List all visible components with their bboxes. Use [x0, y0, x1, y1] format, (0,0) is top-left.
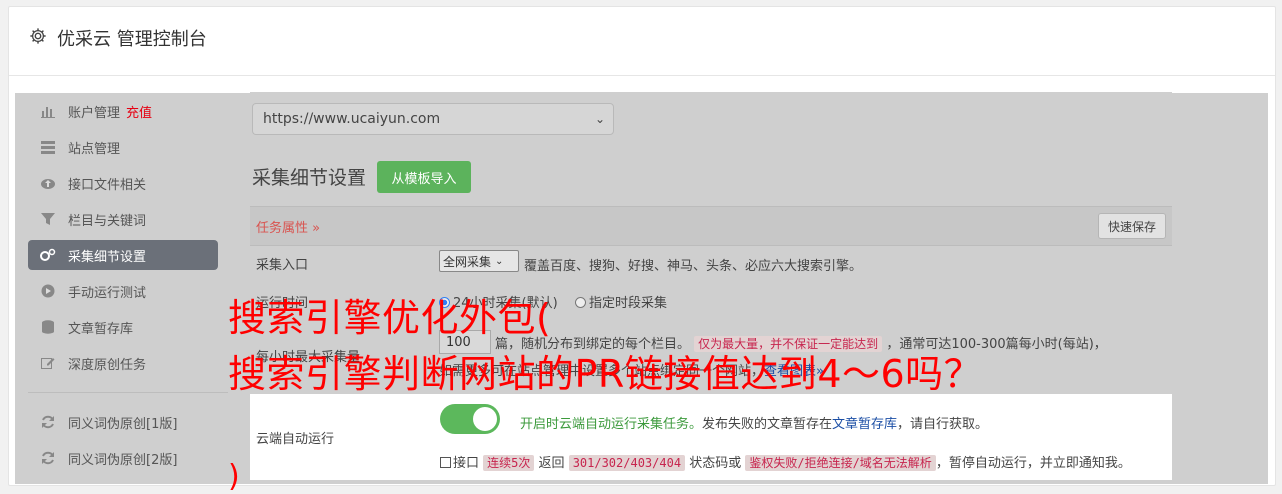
page-title: 优采云 管理控制台 — [29, 25, 207, 51]
gears-icon — [40, 247, 56, 263]
sidebar-item-interface[interactable]: 接口文件相关 — [28, 168, 218, 198]
sidebar-item-keywords[interactable]: 栏目与关键词 — [28, 204, 218, 234]
gear-icon — [29, 27, 47, 50]
overlay-caption: 搜索引擎优化外包( 搜索引擎判断网站的PR链接值达到4～6吗？ — [228, 290, 982, 402]
sidebar-divider — [28, 392, 228, 393]
sidebar-item-collect-settings[interactable]: 采集细节设置 — [28, 240, 218, 270]
sidebar-item-label: 站点管理 — [68, 141, 121, 157]
refresh-icon — [40, 450, 56, 466]
recharge-link[interactable]: 充值 — [126, 102, 152, 121]
tag-consecutive: 连续5次 — [483, 455, 535, 471]
pause-text-1: 返回 — [538, 456, 565, 471]
entry-description: 覆盖百度、搜狗、好搜、神马、头条、必应六大搜索引擎。 — [524, 259, 863, 274]
edit-icon — [40, 355, 56, 371]
refresh-icon — [40, 414, 56, 430]
site-select[interactable]: https://www.ucaiyun.com ⌄ — [252, 103, 614, 135]
site-select-value: https://www.ucaiyun.com — [263, 111, 441, 127]
entry-select[interactable]: 全网采集 ⌄ — [439, 250, 519, 272]
task-attr-bar: 任务属性 » 快速保存 — [250, 206, 1172, 246]
section-title: 采集细节设置 — [252, 167, 367, 189]
cloud-run-label: 云端自动运行 — [256, 432, 335, 447]
cloud-run-toggle[interactable] — [440, 404, 500, 434]
pause-text-3: ，暂停自动运行，并立即通知我。 — [935, 456, 1131, 471]
sidebar-item-label: 采集细节设置 — [68, 249, 147, 265]
cloud-upload-icon — [40, 175, 56, 191]
cloud-run-desc-rest: 发布失败的文章暂存在 — [702, 417, 833, 432]
sidebar-item-synonym-v1[interactable]: 同义词伪原创[1版] — [28, 407, 218, 437]
cloud-run-row: 云端自动运行 开启时云端自动运行采集任务。发布失败的文章暂存在文章暂存库，请自行… — [250, 394, 1172, 480]
pause-rule-label: 接口 — [453, 456, 480, 471]
sidebar-item-manual-run[interactable]: 手动运行测试 — [28, 276, 218, 306]
pause-rule-checkbox[interactable] — [440, 457, 451, 468]
bar-chart-icon — [40, 103, 56, 119]
sidebar-item-label: 同义词伪原创[2版] — [68, 452, 178, 468]
overlay-line-1: 搜索引擎优化外包( — [228, 296, 552, 340]
task-attr-toggle[interactable]: 任务属性 » — [256, 217, 320, 236]
sidebar-item-label: 手动运行测试 — [68, 285, 147, 301]
pause-text-2: 状态码或 — [689, 456, 742, 471]
sidebar-item-label: 栏目与关键词 — [68, 213, 147, 229]
sidebar-item-sites[interactable]: 站点管理 — [28, 132, 218, 162]
filter-icon — [40, 211, 56, 227]
sidebar-item-account[interactable]: 账户管理 充值 — [28, 96, 218, 126]
cloud-run-desc-end: ，请自行获取。 — [897, 417, 989, 432]
overlay-tail: ) — [228, 459, 240, 494]
panel-header: 优采云 管理控制台 — [9, 7, 1275, 76]
chevron-down-icon: ⌄ — [594, 112, 605, 126]
entry-label: 采集入口 — [256, 258, 309, 273]
sidebar: 账户管理 充值 站点管理 接口文件相关 栏目与关键词 采集细节设置 手动运行测试… — [28, 96, 228, 479]
tag-auth-failure: 鉴权失败/拒绝连接/域名无法解析 — [745, 455, 936, 471]
toggle-knob — [473, 407, 497, 431]
sidebar-item-label: 文章暂存库 — [68, 321, 134, 337]
sidebar-item-label: 深度原创任务 — [68, 357, 147, 373]
sidebar-item-article-store[interactable]: 文章暂存库 — [28, 312, 218, 342]
tag-status-codes: 301/302/403/404 — [568, 455, 686, 471]
sidebar-item-label: 接口文件相关 — [68, 177, 147, 193]
quick-save-button[interactable]: 快速保存 — [1098, 213, 1166, 239]
sidebar-item-deep-original[interactable]: 深度原创任务 — [28, 348, 218, 378]
pause-rule: 接口 连续5次 返回 301/302/403/404 状态码或 鉴权失败/拒绝连… — [440, 452, 1131, 471]
overlay-line-2: 搜索引擎判断网站的PR链接值达到4～6吗？ — [228, 352, 983, 396]
chevron-down-icon: ⌄ — [495, 255, 504, 267]
server-icon — [40, 139, 56, 155]
page-title-text: 优采云 管理控制台 — [57, 29, 207, 50]
sidebar-item-synonym-v2[interactable]: 同义词伪原创[2版] — [28, 443, 218, 473]
play-circle-icon — [40, 283, 56, 299]
database-icon — [40, 319, 56, 335]
sidebar-item-label: 同义词伪原创[1版] — [68, 416, 178, 432]
article-store-link[interactable]: 文章暂存库 — [832, 417, 897, 432]
import-template-button[interactable]: 从模板导入 — [377, 161, 471, 193]
cloud-run-description: 开启时云端自动运行采集任务。发布失败的文章暂存在文章暂存库，请自行获取。 — [520, 413, 988, 432]
cloud-run-desc-green: 开启时云端自动运行采集任务。 — [520, 417, 703, 432]
entry-select-value: 全网采集 — [443, 254, 492, 269]
sidebar-item-label: 账户管理 — [68, 105, 121, 121]
